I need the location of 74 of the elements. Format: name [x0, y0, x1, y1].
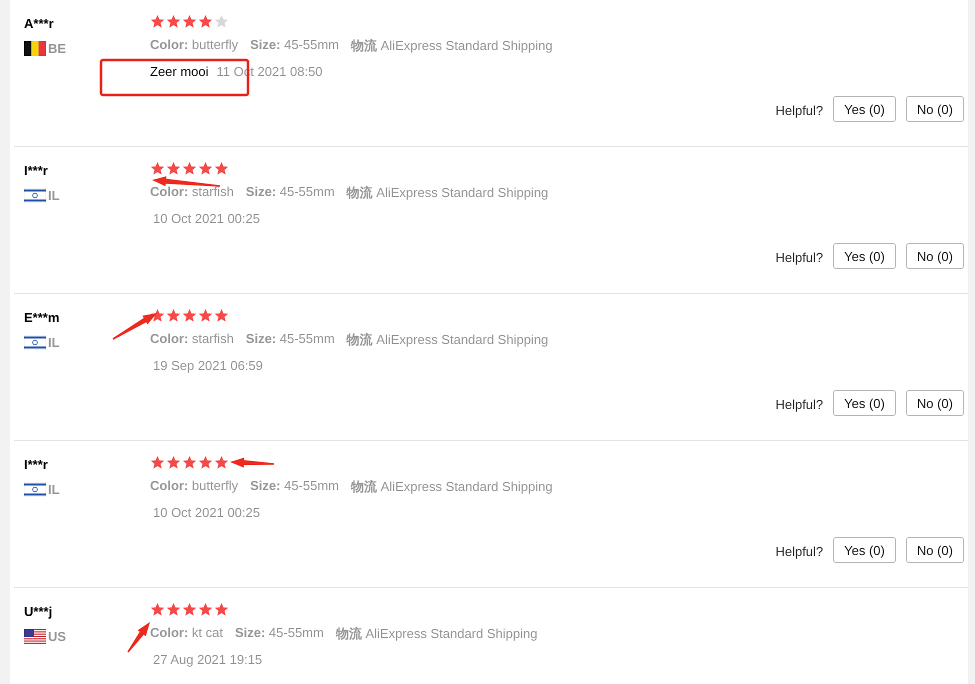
helpful-label: Helpful? [775, 250, 824, 265]
review-date: 10 Oct 2021 00:25 [153, 505, 260, 520]
star-icon [166, 161, 181, 176]
flag-icon [24, 188, 46, 203]
yes-button[interactable]: Yes (0) [833, 243, 896, 269]
helpful-label: Helpful? [775, 544, 824, 559]
star-icon [150, 602, 165, 617]
yes-button[interactable]: Yes (0) [833, 537, 896, 563]
reviewer-name: I***r [24, 163, 49, 180]
star-icon [182, 602, 197, 617]
review-text: Zeer mooi [150, 64, 209, 79]
color-attribute: Color: starfish [150, 331, 234, 348]
star-icon [182, 455, 197, 470]
star-icon [198, 455, 213, 470]
yes-button[interactable]: Yes (0) [833, 96, 896, 122]
no-button[interactable]: No (0) [906, 537, 964, 563]
star-icon [166, 455, 181, 470]
country-code: IL [48, 188, 60, 203]
yes-button[interactable]: Yes (0) [833, 390, 896, 416]
flag-icon [24, 41, 46, 56]
size-attribute: Size: 45-55mm [250, 478, 340, 495]
star-icon [214, 455, 229, 470]
shipping-attribute: 物流 AliExpress Standard Shipping [346, 331, 548, 349]
size-attribute: Size: 45-55mm [234, 625, 324, 642]
no-button[interactable]: No (0) [906, 390, 964, 416]
helpful-label: Helpful? [775, 103, 824, 118]
star-icon [198, 308, 213, 323]
annotation-arrow [152, 176, 220, 187]
annotation-arrow [230, 458, 274, 468]
star-icon [198, 14, 213, 29]
size-attribute: Size: 45-55mm [246, 184, 335, 201]
no-button[interactable]: No (0) [906, 96, 964, 122]
star-icon [166, 14, 181, 29]
review-date: 10 Oct 2021 00:25 [153, 211, 260, 226]
reviewer-name: E***m [24, 310, 60, 327]
reviewer-name: I***r [24, 457, 49, 474]
shipping-attribute: 物流 AliExpress Standard Shipping [336, 625, 538, 643]
reviewer-name: U***j [24, 604, 54, 621]
flag-icon [24, 482, 46, 497]
star-icon [166, 308, 181, 323]
review-date: 27 Aug 2021 19:15 [153, 652, 262, 667]
helpful-label: Helpful? [775, 397, 824, 412]
star-icon [150, 455, 165, 470]
star-icon [182, 161, 197, 176]
star-icon [182, 14, 197, 29]
star-icon [150, 14, 165, 29]
star-icon [214, 161, 229, 176]
size-attribute: Size: 45-55mm [250, 37, 340, 54]
color-attribute: Color: kt cat [150, 625, 223, 642]
star-icon [166, 602, 181, 617]
star-icon [182, 308, 197, 323]
country-code: IL [48, 482, 60, 497]
country-code: BE [48, 41, 66, 56]
color-attribute: Color: butterfly [150, 478, 238, 495]
reviewer-name: A***r [24, 16, 55, 33]
color-attribute: Color: starfish [150, 184, 234, 201]
star-icon [198, 161, 213, 176]
shipping-attribute: 物流 AliExpress Standard Shipping [351, 478, 553, 496]
shipping-attribute: 物流 AliExpress Standard Shipping [346, 184, 548, 202]
star-icon [214, 602, 229, 617]
color-attribute: Color: butterfly [150, 37, 238, 54]
country-code: IL [48, 335, 60, 350]
star-icon [198, 602, 213, 617]
flag-icon [24, 629, 46, 644]
shipping-attribute: 物流 AliExpress Standard Shipping [351, 37, 553, 55]
star-icon [214, 308, 229, 323]
star-icon [214, 14, 229, 29]
size-attribute: Size: 45-55mm [246, 331, 335, 348]
star-icon [150, 161, 165, 176]
flag-icon [24, 335, 46, 350]
no-button[interactable]: No (0) [906, 243, 964, 269]
country-code: US [48, 629, 66, 644]
annotation-arrow [127, 622, 150, 652]
review-date: 19 Sep 2021 06:59 [153, 358, 263, 373]
